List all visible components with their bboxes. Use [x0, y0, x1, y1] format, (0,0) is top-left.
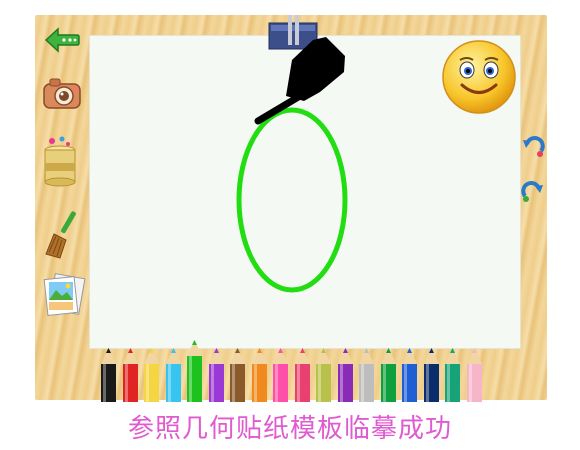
pencil-color-9[interactable] [294, 348, 311, 402]
pencil-color-2[interactable] [143, 348, 160, 402]
color-palette [100, 340, 490, 402]
pencil-color-1[interactable] [122, 348, 139, 402]
pencil-color-3[interactable] [165, 348, 182, 402]
camera-icon[interactable] [42, 74, 82, 112]
smiley-face-icon [442, 40, 516, 114]
pencil-color-13[interactable] [380, 348, 397, 402]
back-arrow-icon[interactable] [44, 26, 80, 54]
pencil-color-12[interactable] [358, 348, 375, 402]
pencil-color-11[interactable] [337, 348, 354, 402]
caption-text: 参照几何贴纸模板临摹成功 [127, 414, 452, 444]
pencil-color-0[interactable] [100, 348, 117, 402]
pencil-color-15[interactable] [423, 348, 440, 402]
broom-icon[interactable] [40, 208, 80, 260]
pencil-color-5[interactable] [208, 348, 225, 402]
binder-clip-icon [268, 15, 318, 50]
paint-bucket-icon[interactable] [40, 135, 80, 190]
redo-icon[interactable] [521, 180, 545, 204]
pencil-color-17[interactable] [466, 348, 483, 402]
undo-icon[interactable] [521, 135, 545, 159]
pencil-color-8[interactable] [272, 348, 289, 402]
pencil-color-10[interactable] [315, 348, 332, 402]
pencil-color-4[interactable] [186, 340, 203, 402]
pencil-color-6[interactable] [229, 348, 246, 402]
pencil-color-16[interactable] [444, 348, 461, 402]
pencil-color-14[interactable] [401, 348, 418, 402]
pencil-color-7[interactable] [251, 348, 268, 402]
gallery-icon[interactable] [38, 272, 88, 322]
